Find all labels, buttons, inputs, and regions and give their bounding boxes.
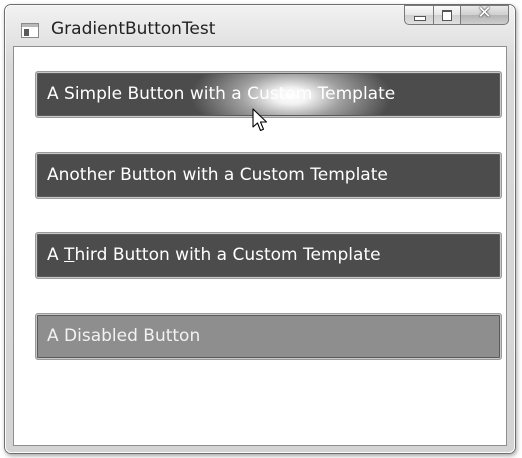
- minimize-icon: [414, 16, 426, 21]
- access-key-letter: T: [64, 245, 75, 265]
- another-custom-button[interactable]: Another Button with a Custom Template: [35, 152, 502, 199]
- window-title: GradientButtonTest: [51, 19, 216, 39]
- client-area: A Simple Button with a Custom Template A…: [13, 46, 507, 446]
- close-button[interactable]: ✕: [460, 3, 509, 25]
- button-label: A Simple Button with a Custom Template: [47, 84, 396, 104]
- mouse-pointer-icon: [252, 108, 268, 132]
- title-bar[interactable]: GradientButtonTest ✕: [5, 3, 515, 45]
- app-icon[interactable]: [21, 23, 39, 38]
- button-label: A Disabled Button: [47, 326, 201, 346]
- disabled-button: A Disabled Button: [35, 313, 502, 360]
- button-label-suffix: hird Button with a Custom Template: [74, 245, 381, 265]
- minimize-button[interactable]: [404, 5, 433, 25]
- close-icon: ✕: [477, 3, 492, 23]
- maximize-icon: [442, 10, 452, 21]
- maximize-button[interactable]: [433, 5, 460, 25]
- third-custom-button[interactable]: A Third Button with a Custom Template: [35, 232, 502, 279]
- button-label: Another Button with a Custom Template: [47, 165, 388, 185]
- button-label-prefix: A: [47, 245, 65, 265]
- caption-buttons: ✕: [404, 3, 509, 29]
- app-window: GradientButtonTest ✕ A Simple Button wit…: [4, 3, 516, 454]
